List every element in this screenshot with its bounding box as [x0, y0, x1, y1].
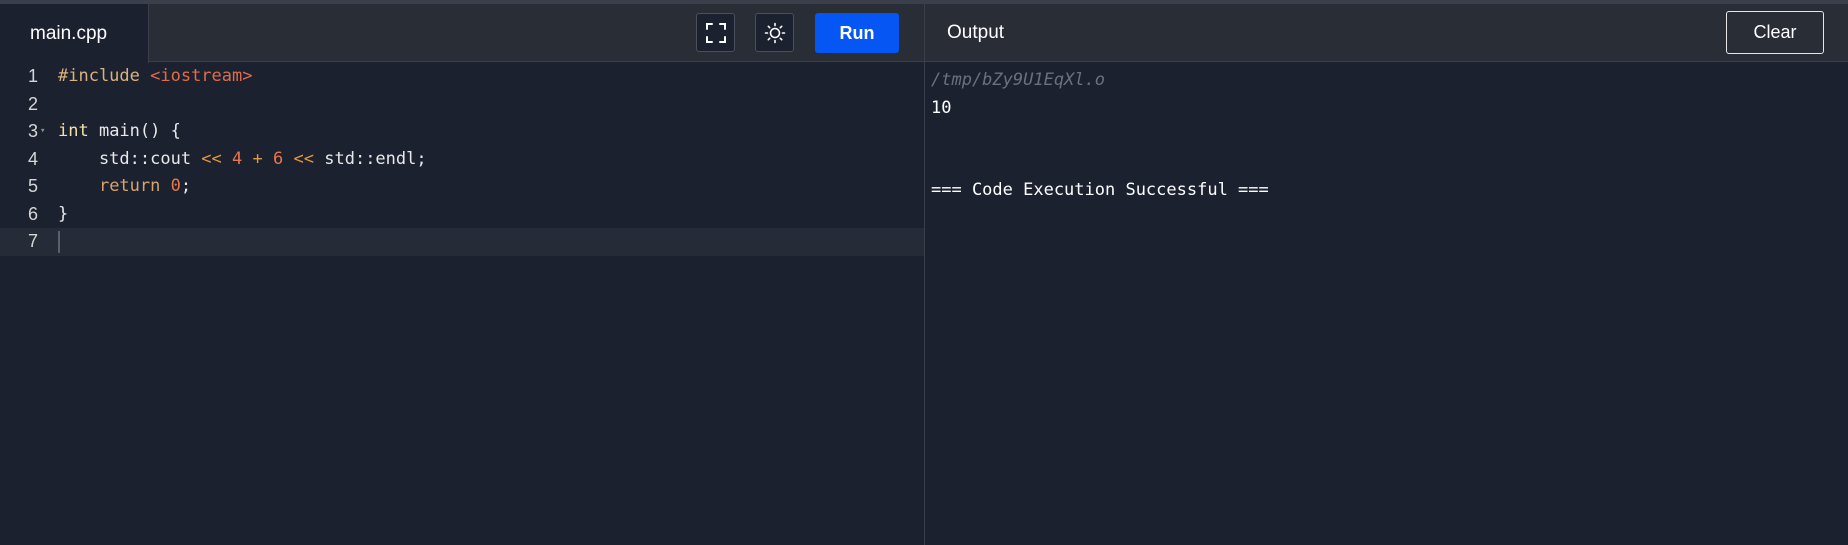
- code-editor[interactable]: 1 #include <iostream> 2 3 ▾ int main() {4 std…: [0, 63, 924, 545]
- code-token: <<: [293, 148, 315, 169]
- output-line: === Code Execution Successful ===: [931, 180, 1269, 200]
- code-editor-app: main.cpp Run Output Clear 1 #include <io…: [0, 0, 1848, 545]
- line-number: 1: [27, 66, 38, 86]
- line-number: 6: [27, 203, 38, 224]
- code-token: std::endl;: [314, 148, 427, 169]
- tab-main-cpp[interactable]: main.cpp: [0, 4, 149, 63]
- output-lines: 10 === Code Execution Successful ===: [931, 95, 1831, 205]
- theme-toggle-button[interactable]: [755, 13, 794, 52]
- code-text: int main() {: [58, 118, 181, 146]
- code-line[interactable]: 5 return 0;: [0, 173, 924, 201]
- sun-icon: [764, 22, 785, 43]
- code-line[interactable]: 6}: [0, 201, 924, 229]
- code-token: <iostream>: [150, 66, 253, 86]
- line-number: 2: [27, 93, 38, 114]
- code-line[interactable]: 2: [0, 91, 924, 119]
- code-line[interactable]: 7: [0, 228, 924, 256]
- output-line: 10: [931, 97, 952, 118]
- output-console: /tmp/bZy9U1EqXl.o 10 === Code Execution S…: [931, 67, 1831, 205]
- code-token: 6: [273, 148, 284, 169]
- line-number: 4: [27, 148, 38, 169]
- code-token: }: [58, 203, 69, 224]
- code-token: return: [98, 176, 161, 196]
- code-token: <<: [201, 148, 222, 169]
- text-cursor: [58, 231, 60, 253]
- run-button[interactable]: Run: [815, 13, 899, 53]
- line-number: 3: [27, 121, 38, 141]
- output-title: Output: [947, 22, 1005, 43]
- code-token: ;: [180, 176, 192, 196]
- code-token: std::cout: [58, 148, 202, 169]
- line-number: 5: [27, 176, 38, 196]
- code-token: 0: [170, 176, 181, 196]
- code-text: std::cout << 4 + 6 << std::endl;: [58, 146, 427, 174]
- fullscreen-icon: [705, 22, 726, 43]
- code-text: #include <iostream>: [58, 63, 252, 91]
- code-line[interactable]: 1 #include <iostream>: [0, 63, 924, 91]
- code-token: #include: [58, 66, 151, 86]
- output-binary-path: /tmp/bZy9U1EqXl.o: [931, 70, 1105, 90]
- code-token: main() {: [88, 121, 181, 141]
- code-line[interactable]: 3 ▾ int main() {: [0, 118, 924, 146]
- output-toolbar: Output Clear: [925, 4, 1848, 62]
- clear-button[interactable]: Clear: [1726, 11, 1824, 54]
- tab-label: main.cpp: [30, 22, 108, 44]
- fullscreen-button[interactable]: [696, 13, 735, 52]
- code-token: +: [252, 148, 263, 169]
- pane-divider[interactable]: [924, 4, 925, 545]
- code-token: 4: [232, 148, 243, 169]
- code-line[interactable]: 4 std::cout << 4 + 6 << std::endl;: [0, 146, 924, 174]
- code-text: return 0;: [58, 173, 191, 201]
- code-token: int: [58, 121, 89, 141]
- code-text: }: [58, 201, 68, 229]
- fold-toggle-icon[interactable]: ▾: [40, 118, 45, 146]
- editor-toolbar: main.cpp Run: [0, 4, 924, 63]
- line-number: 7: [27, 231, 38, 251]
